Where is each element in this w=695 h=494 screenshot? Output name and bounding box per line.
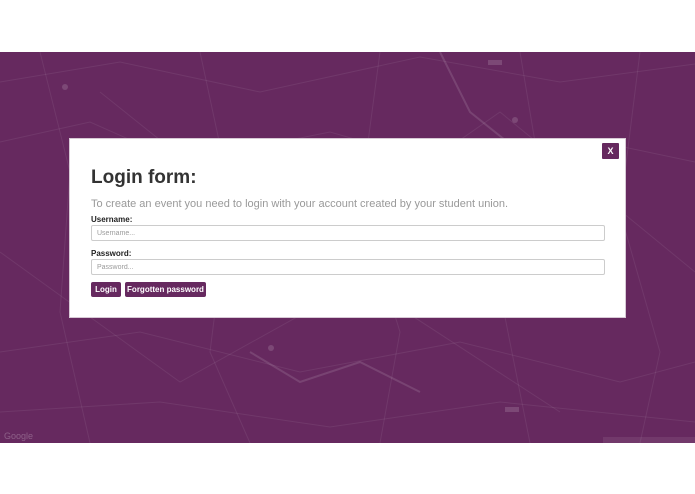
login-modal: X Login form: To create an event you nee… [69, 138, 626, 318]
page: Google X Login form: To create an event … [0, 0, 695, 494]
close-button[interactable]: X [602, 143, 619, 159]
modal-description: To create an event you need to login wit… [91, 198, 509, 210]
username-label: Username: [91, 215, 133, 224]
map-attribution: Google [4, 431, 34, 441]
login-button[interactable]: Login [91, 282, 121, 297]
map-footer-bar [603, 437, 695, 443]
username-input[interactable] [91, 225, 605, 241]
forgotten-password-button[interactable]: Forgotten password [125, 282, 206, 297]
password-label: Password: [91, 249, 132, 258]
modal-title: Login form: [91, 167, 197, 188]
password-input[interactable] [91, 259, 605, 275]
